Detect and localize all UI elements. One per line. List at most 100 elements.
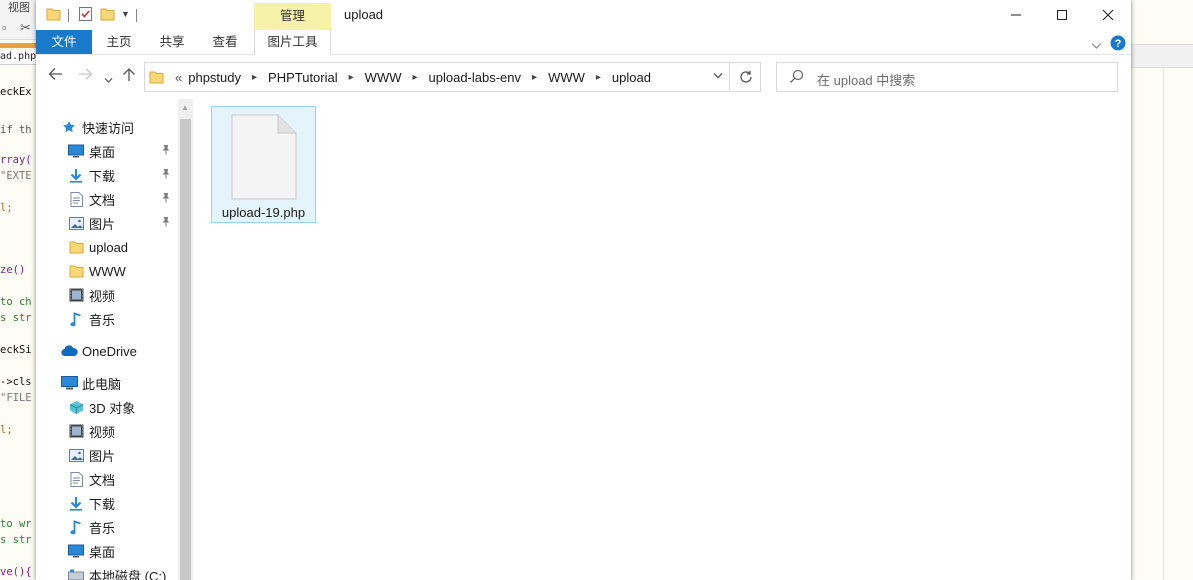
up-button[interactable] xyxy=(122,67,136,86)
tab-view[interactable]: 查看 xyxy=(202,30,248,54)
help-icon[interactable]: ? xyxy=(1110,35,1126,54)
picture-icon xyxy=(67,215,85,231)
new-folder-icon[interactable] xyxy=(100,6,115,25)
address-bar[interactable]: « phpstudy ▸ PHPTutorial ▸ WWW ▸ upload-labs-e… xyxy=(144,62,730,92)
nav-item[interactable]: 桌面 xyxy=(36,539,178,563)
address-history-dropdown[interactable] xyxy=(713,70,723,82)
editor-file-tab[interactable]: ad.php xyxy=(0,51,40,65)
minimize-icon xyxy=(1011,14,1021,16)
editor-accent-bar xyxy=(0,43,40,48)
nav-item[interactable]: 3D 对象 xyxy=(36,395,178,419)
search-box[interactable]: 在 upload 中搜索 xyxy=(776,62,1118,92)
editor-code-line: rray( xyxy=(0,154,32,166)
refresh-icon xyxy=(739,70,752,83)
folder-icon xyxy=(67,263,85,279)
nav-item-label: 桌面 xyxy=(89,144,116,160)
chevron-down-icon xyxy=(104,78,113,83)
picture-tools-manage-tab-group[interactable]: 管理 xyxy=(254,3,331,30)
document-icon xyxy=(67,191,85,207)
editor-toolbar-icon[interactable]: ▫ xyxy=(2,20,7,35)
nav-item[interactable]: 音乐 xyxy=(36,515,178,539)
nav-item-label: 快速访问 xyxy=(82,120,135,136)
editor-menu-view[interactable]: 视图 xyxy=(0,0,40,16)
editor-code-line: ->cls xyxy=(0,376,32,388)
scroll-up-arrow-icon[interactable]: ▲ xyxy=(181,103,189,112)
nav-item[interactable]: 文档 xyxy=(36,467,178,491)
nav-item[interactable]: 图片 xyxy=(36,443,178,467)
nav-item[interactable]: 此电脑 xyxy=(36,371,178,395)
scrollbar-thumb[interactable] xyxy=(180,119,191,580)
tab-picture-tools[interactable]: 图片工具 xyxy=(254,30,331,55)
nav-item[interactable]: upload xyxy=(36,235,178,259)
back-button[interactable] xyxy=(48,67,63,85)
file-item[interactable]: upload-19.php xyxy=(211,106,316,223)
nav-item[interactable]: 文档 xyxy=(36,187,178,211)
scissors-icon[interactable]: ✂ xyxy=(20,20,31,36)
title-bar: ▼ 管理 upload xyxy=(36,0,1131,30)
maximize-button[interactable] xyxy=(1039,0,1085,30)
expand-ribbon-chevron-icon[interactable] xyxy=(1091,38,1102,53)
background-editor-right-edge xyxy=(1131,0,1193,580)
breadcrumb-item[interactable]: WWW xyxy=(363,70,404,85)
breadcrumb-item[interactable]: WWW xyxy=(546,70,587,85)
breadcrumb-chevron-icon[interactable]: ▸ xyxy=(243,72,266,83)
nav-item-label: 桌面 xyxy=(89,544,116,560)
folder-icon xyxy=(149,69,164,88)
file-list-view: upload-19.php xyxy=(193,99,1131,580)
nav-item[interactable]: 桌面 xyxy=(36,139,178,163)
nav-item[interactable]: 快速访问 xyxy=(36,115,178,139)
breadcrumb-chevron-icon[interactable]: ▸ xyxy=(523,72,546,83)
forward-button[interactable] xyxy=(78,67,93,85)
pin-icon[interactable] xyxy=(161,168,171,182)
tab-share[interactable]: 共享 xyxy=(149,30,195,54)
pin-icon[interactable] xyxy=(161,144,171,158)
nav-item[interactable]: 图片 xyxy=(36,211,178,235)
navigation-pane-scrollbar[interactable]: ▲ xyxy=(178,99,193,580)
breadcrumb-item[interactable]: upload xyxy=(610,70,653,85)
editor-column-guide xyxy=(1163,68,1164,580)
nav-item[interactable]: 本地磁盘 (C:) xyxy=(36,563,178,580)
customize-qat-chevron-icon[interactable]: ▼ xyxy=(121,9,130,19)
close-button[interactable] xyxy=(1085,0,1131,30)
music-icon xyxy=(67,519,85,535)
editor-code-line: ve(){ xyxy=(0,566,32,578)
properties-checklist-icon[interactable] xyxy=(78,6,93,25)
breadcrumb-item[interactable]: phpstudy xyxy=(186,70,243,85)
refresh-button[interactable] xyxy=(731,62,761,92)
nav-item[interactable]: 音乐 xyxy=(36,307,178,331)
nav-item[interactable]: 下载 xyxy=(36,491,178,515)
cube-icon xyxy=(67,399,85,415)
folder-icon xyxy=(67,239,85,255)
nav-item-label: 视频 xyxy=(89,288,116,304)
download-icon xyxy=(67,495,85,511)
file-explorer-window: ▼ 管理 upload 文件 主页 共享 查看 图片工具 ? « phpstud… xyxy=(36,0,1131,580)
breadcrumb-overflow[interactable]: « xyxy=(173,70,186,85)
toolbar-separator xyxy=(136,9,137,22)
desktop-icon xyxy=(67,143,85,159)
breadcrumb-item[interactable]: upload-labs-env xyxy=(427,70,524,85)
breadcrumb-item[interactable]: PHPTutorial xyxy=(266,70,340,85)
navigation-pane: 快速访问 桌面 下载 文档 图片 upload WWW 视频 音乐 OneDrive 此电脑 3D 对… xyxy=(36,99,178,580)
nav-item-label: 下载 xyxy=(89,168,116,184)
pin-icon[interactable] xyxy=(161,216,171,230)
video-icon xyxy=(67,423,85,439)
nav-item[interactable]: WWW xyxy=(36,259,178,283)
nav-item-label: 文档 xyxy=(89,472,116,488)
minimize-button[interactable] xyxy=(993,0,1039,30)
editor-code-line: "EXTE xyxy=(0,170,32,182)
background-editor-window: 视图 ▫ ✂ ad.php eckEx if th rray("EXTE l; ze()… xyxy=(0,0,40,580)
editor-right-toolbar xyxy=(1131,44,1193,68)
folder-icon[interactable] xyxy=(46,6,61,25)
recent-locations-button[interactable] xyxy=(104,71,113,88)
nav-item[interactable]: 视频 xyxy=(36,283,178,307)
nav-item[interactable]: 下载 xyxy=(36,163,178,187)
tab-file[interactable]: 文件 xyxy=(36,30,92,54)
breadcrumb-chevron-icon[interactable]: ▸ xyxy=(587,72,610,83)
breadcrumb-chevron-icon[interactable]: ▸ xyxy=(403,72,426,83)
editor-code-line: "FILE xyxy=(0,392,32,404)
pin-icon[interactable] xyxy=(161,192,171,206)
nav-item[interactable]: 视频 xyxy=(36,419,178,443)
breadcrumb-chevron-icon[interactable]: ▸ xyxy=(340,72,363,83)
tab-home[interactable]: 主页 xyxy=(96,30,142,54)
nav-item[interactable]: OneDrive xyxy=(36,339,178,363)
